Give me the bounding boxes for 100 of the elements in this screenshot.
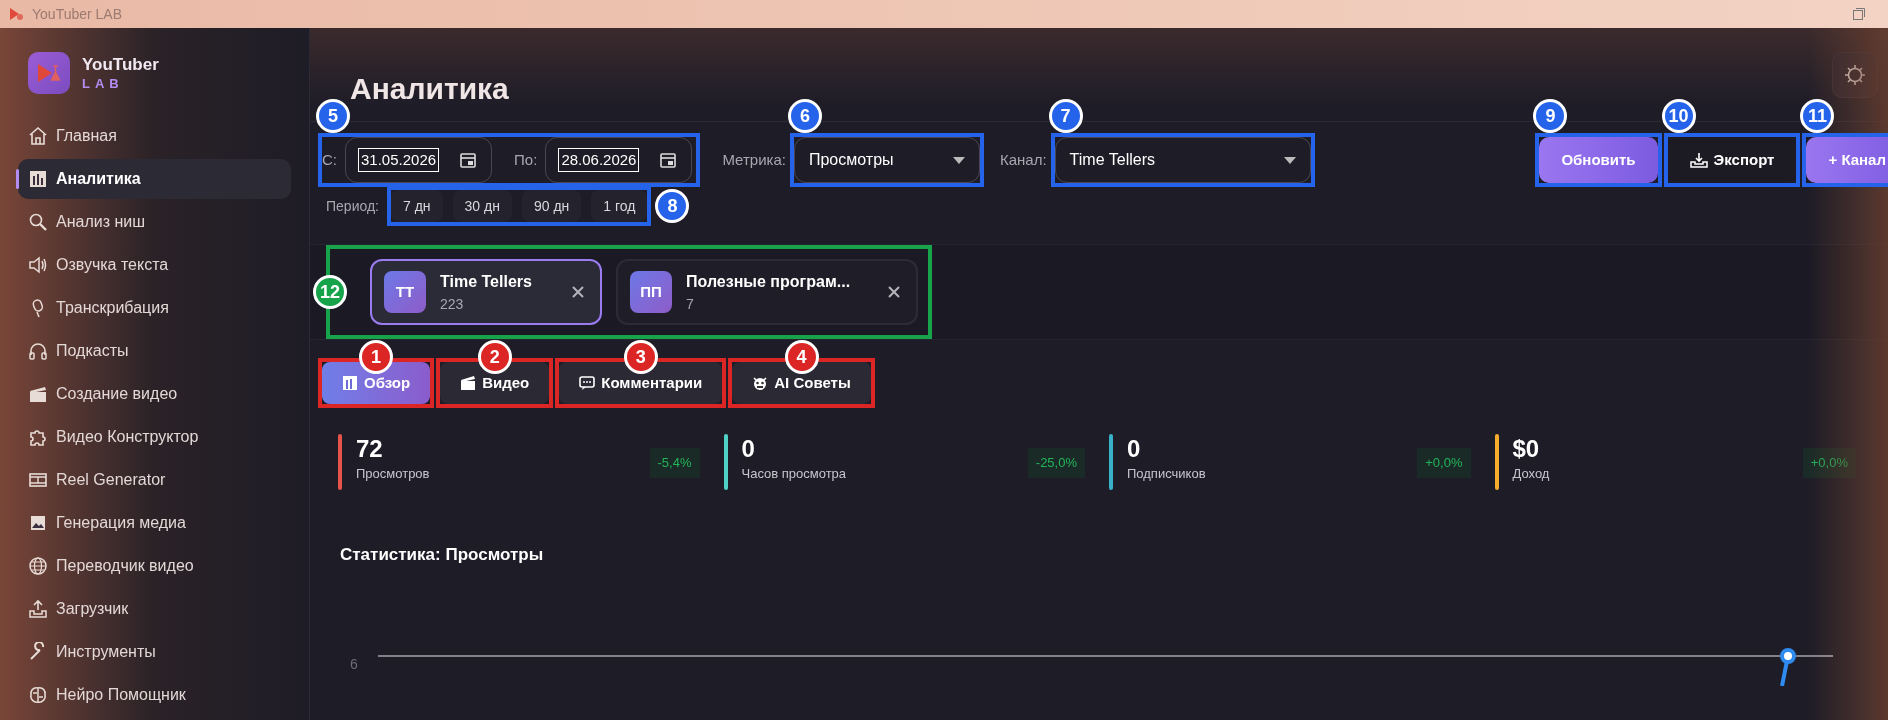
bar-chart-icon (28, 169, 48, 189)
active-indicator (16, 169, 19, 189)
date-field[interactable]: 31.05.2026 (345, 137, 493, 183)
dropdown[interactable]: Просмотры (793, 137, 980, 183)
sidebar-item[interactable]: Подкасты (18, 331, 291, 371)
speaker-icon (28, 255, 48, 275)
tab[interactable]: Обзор (322, 362, 431, 404)
callout-badge: 12 (313, 275, 347, 309)
chart-title: Статистика: Просмотры (340, 544, 545, 566)
stat-value: 0 (1127, 434, 1142, 464)
image-icon (28, 513, 48, 533)
clapperboard-icon (460, 375, 477, 391)
channel-count: 7 (686, 294, 695, 314)
action-button[interactable]: Экспорт (1667, 137, 1797, 183)
channel-avatar: TT (384, 271, 426, 313)
sidebar-item[interactable]: Видео Конструктор (18, 417, 291, 457)
stat-label: Просмотров (356, 465, 431, 483)
sidebar-item[interactable]: Генерация медиа (18, 503, 291, 543)
logo-title: YouTuber (82, 54, 159, 76)
callout-badge: 3 (623, 340, 658, 374)
change-badge: +0,0% (1417, 448, 1471, 478)
callout-badge: 4 (784, 340, 819, 374)
field-label: Канал: (999, 149, 1047, 170)
tab[interactable]: Видео (440, 362, 550, 404)
sidebar-item[interactable]: Загрузчик (18, 589, 291, 629)
callout-badge: 5 (316, 99, 350, 133)
axis-tick-label: 6 (349, 654, 359, 674)
stat-value: 72 (356, 434, 384, 464)
change-badge: -5,4% (649, 448, 700, 478)
sidebar-item[interactable]: Аналитика (18, 159, 291, 199)
chat-icon (579, 375, 596, 391)
channel-card[interactable]: TT Time Tellers 223 (370, 259, 602, 325)
tab[interactable]: AI Советы (732, 362, 871, 404)
field-label: Метрика: (722, 149, 786, 170)
caret-icon (1283, 156, 1296, 164)
callout-badge: 9 (1533, 99, 1568, 133)
tab[interactable]: Комментарии (559, 362, 723, 404)
callout-badge: 7 (1048, 99, 1083, 133)
channel-avatar: ПП (630, 271, 672, 313)
dropdown[interactable]: Time Tellers (1054, 137, 1311, 183)
sidebar-item[interactable]: Инструменты (18, 632, 291, 672)
callout-badge: 11 (1800, 99, 1835, 133)
from-label: С: (322, 149, 337, 170)
callout-badge: 2 (477, 340, 512, 374)
channel-name: Time Tellers (440, 271, 533, 292)
period-button[interactable]: 90 дн (521, 190, 582, 222)
stat-label: Доход (1512, 465, 1551, 483)
puzzle-icon (28, 427, 48, 447)
restore-icon[interactable] (1852, 7, 1866, 21)
callout-badge: 10 (1661, 99, 1696, 133)
period-button[interactable]: 7 дн (391, 190, 443, 222)
sidebar-item[interactable]: Reel Generator (18, 460, 291, 500)
upload-icon (28, 599, 48, 619)
page-title: Аналитика (350, 71, 509, 107)
close-icon[interactable] (572, 286, 584, 298)
logo-subtitle: LAB (82, 75, 125, 92)
callout-badge: 8 (655, 189, 690, 223)
globe-icon (28, 556, 48, 576)
stat-label: Подписчиков (1127, 465, 1207, 483)
period-button[interactable]: 30 дн (452, 190, 512, 222)
sidebar-item[interactable]: Переводчик видео (18, 546, 291, 586)
calendar-icon[interactable] (459, 151, 478, 169)
close-icon[interactable] (888, 286, 900, 298)
callout-badge: 1 (359, 340, 394, 374)
stat-value: $0 (1512, 434, 1541, 464)
to-label: По: (514, 149, 538, 170)
house-icon (28, 126, 48, 146)
settings-button[interactable] (1832, 52, 1878, 98)
change-badge: +0,0% (1802, 448, 1856, 478)
sidebar-item[interactable]: Анализ ниш (18, 202, 291, 242)
calendar-icon[interactable] (659, 151, 678, 169)
app-logo-icon (8, 6, 24, 22)
callout-badge: 6 (787, 99, 822, 133)
search-icon (28, 212, 48, 232)
settings-icon (1843, 63, 1867, 87)
action-button[interactable]: + Канал (1806, 137, 1888, 183)
tray-icon (1689, 152, 1708, 168)
sidebar-item[interactable]: Создание видео (18, 374, 291, 414)
date-field[interactable]: 28.06.2026 (545, 137, 693, 183)
period-button[interactable]: 1 год (591, 190, 648, 222)
action-button[interactable]: Обновить (1539, 137, 1658, 183)
channel-name: Полезные програм... (686, 271, 852, 292)
stat-label: Часов просмотра (741, 465, 848, 483)
channel-card[interactable]: ПП Полезные програм... 7 (616, 259, 918, 325)
clapperboard-icon (28, 384, 48, 404)
film-strip-icon (28, 470, 48, 490)
caret-icon (952, 156, 965, 164)
sidebar-item[interactable]: Озвучка текста (18, 245, 291, 285)
change-badge: -25,0% (1027, 448, 1085, 478)
channel-count: 223 (440, 294, 465, 314)
sidebar-item[interactable]: Транскрибация (18, 288, 291, 328)
sidebar-item[interactable]: Нейро Помощник (18, 675, 291, 715)
period-label: Период: (326, 196, 379, 216)
sidebar-item[interactable]: Главная (18, 116, 291, 156)
headphones-icon (28, 341, 48, 361)
window-title: YouTuber LAB (32, 4, 123, 24)
app-logo (28, 52, 70, 94)
robot-face-icon (752, 375, 769, 391)
bar-chart-icon (342, 375, 358, 391)
stat-value: 0 (741, 434, 756, 464)
